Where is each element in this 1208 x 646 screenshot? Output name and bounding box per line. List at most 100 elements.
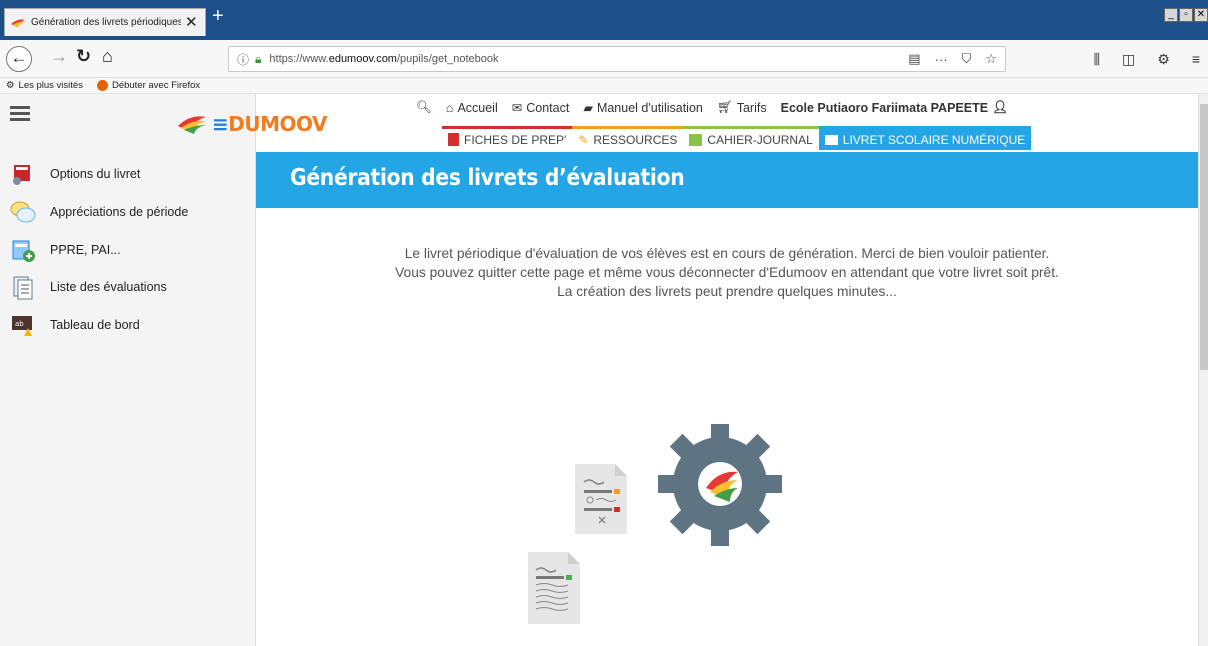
- svg-text:ab: ab: [15, 320, 24, 328]
- bookmarks-toolbar: ⚙ Les plus visités Débuter avec Firefox: [0, 78, 1208, 94]
- sidebar-item-label: PPRE, PAI...: [50, 243, 121, 257]
- reader-view-icon[interactable]: ▤: [908, 51, 920, 67]
- tab-title: Génération des livrets périodiques: [31, 17, 181, 28]
- tab-label: FICHES DE PREP': [464, 132, 567, 147]
- url-domain: edumoov.com: [328, 53, 397, 65]
- nav-accueil[interactable]: ⌂ Accueil: [446, 101, 498, 115]
- document-icon: [448, 133, 459, 146]
- nav-contact[interactable]: ✉ Contact: [511, 100, 570, 116]
- page-title: Génération des livrets d’évaluation: [290, 165, 685, 191]
- edumoov-logo[interactable]: ≡DUMOOV: [178, 112, 327, 136]
- document-icon-lower: [528, 552, 580, 624]
- logo-e: ≡: [212, 112, 229, 136]
- top-nav: 🔍︎ ⌂ Accueil ✉ Contact ▰ Manuel d'utilisati…: [416, 100, 1008, 115]
- tab-strip: Génération des livrets périodiques ✕ + _…: [0, 0, 1208, 40]
- edumoov-favicon-icon: [11, 19, 25, 27]
- document-icon-upper: [575, 464, 627, 534]
- message-line-2: Vous pouvez quitter cette page et même v…: [395, 265, 1059, 280]
- main-nav: FICHES DE PREP' ✎ RESSOURCES CAHIER-JOURN…: [442, 126, 1032, 150]
- pocket-icon[interactable]: ⛉: [962, 51, 972, 67]
- tab-fiches-prep[interactable]: FICHES DE PREP': [442, 126, 573, 150]
- gear-icon: ⚙: [6, 80, 15, 91]
- user-icon: 👤︎: [992, 100, 1008, 114]
- minimize-icon[interactable]: _: [1164, 8, 1178, 22]
- bookmark-star-icon[interactable]: ☆: [985, 51, 997, 67]
- url-bar[interactable]: ⓘ 🔒︎ https://www. edumoov.com/pupils/get_…: [228, 46, 1006, 72]
- logo-text: DUMOOV: [228, 112, 327, 136]
- browser-tab[interactable]: Génération des livrets périodiques ✕: [4, 8, 206, 36]
- url-prefix: https://www.: [269, 53, 329, 65]
- nav-tarifs[interactable]: 🛒︎ Tarifs: [717, 100, 767, 115]
- forward-arrow-icon[interactable]: →: [50, 47, 68, 65]
- scrollbar-thumb[interactable]: [1200, 104, 1208, 370]
- nav-manuel[interactable]: ▰ Manuel d'utilisation: [583, 100, 703, 116]
- envelope-icon: ✉: [511, 101, 523, 115]
- tab-label: RESSOURCES: [593, 132, 678, 147]
- menu-icon[interactable]: ≡: [1192, 51, 1200, 68]
- home-icon: ⌂: [445, 100, 454, 115]
- stack-add-icon: [12, 240, 35, 262]
- nav-label: Manuel d'utilisation: [596, 100, 703, 115]
- tab-close-icon[interactable]: ✕: [185, 15, 198, 30]
- bookmark-label: Débuter avec Firefox: [111, 80, 201, 91]
- briefcase-icon: [824, 134, 838, 145]
- back-arrow-icon[interactable]: ←: [6, 46, 32, 72]
- school-name: Ecole Putiaoro Fariimata PAPEETE: [780, 100, 989, 115]
- tab-label: LIVRET SCOLAIRE NUMÉRIQUE: [842, 132, 1026, 147]
- nav-label: Contact: [526, 100, 570, 115]
- sidebar-item-ppre[interactable]: PPRE, PAI...: [10, 236, 121, 264]
- sidebar-item-evaluations[interactable]: Liste des évaluations: [10, 273, 167, 301]
- pencil-icon: ✎: [578, 132, 589, 147]
- book-options-icon: [13, 165, 30, 185]
- page-content: Options du livret Appréciations de pério…: [0, 94, 1198, 646]
- navigation-bar: ← → ↻ ⌂ ⓘ 🔒︎ https://www. edumoov.com/pup…: [0, 40, 1208, 78]
- list-icon: [13, 276, 33, 300]
- search-icon[interactable]: 🔍︎: [416, 100, 432, 115]
- calendar-icon: [689, 133, 703, 146]
- school-account[interactable]: Ecole Putiaoro Fariimata PAPEETE 👤︎: [781, 100, 1008, 115]
- bookmark-getting-started[interactable]: Débuter avec Firefox: [96, 80, 201, 91]
- page-title-banner: Génération des livrets d’évaluation: [256, 152, 1198, 208]
- bookmark-label: Les plus visités: [18, 80, 83, 91]
- new-tab-icon[interactable]: +: [212, 6, 224, 26]
- tab-cahier-journal[interactable]: CAHIER-JOURNAL: [683, 126, 819, 150]
- window-controls: _ ▫ ✕: [1164, 8, 1208, 22]
- tab-ressources[interactable]: ✎ RESSOURCES: [572, 126, 684, 150]
- restore-icon[interactable]: ▫: [1179, 8, 1193, 22]
- sidebar-item-options[interactable]: Options du livret: [10, 160, 140, 188]
- sidebar-item-label: Liste des évaluations: [50, 280, 167, 294]
- cart-icon: 🛒︎: [716, 100, 733, 114]
- browser-window: Génération des livrets périodiques ✕ + _…: [0, 0, 1208, 646]
- library-icon[interactable]: ⫼: [1094, 51, 1100, 68]
- generation-illustration: [528, 424, 782, 624]
- tab-livret-scolaire[interactable]: LIVRET SCOLAIRE NUMÉRIQUE: [818, 126, 1032, 150]
- sidebar-item-label: Options du livret: [50, 167, 141, 181]
- home-icon[interactable]: ⌂: [102, 47, 113, 65]
- info-icon[interactable]: ⓘ: [237, 51, 249, 68]
- dashboard-board-icon: ab: [12, 316, 32, 336]
- nav-label: Tarifs: [736, 100, 767, 115]
- extension-icon[interactable]: ⚙: [1157, 51, 1170, 68]
- speech-bubbles-icon: [10, 201, 36, 223]
- gear-icon: [658, 424, 782, 546]
- reload-icon[interactable]: ↻: [76, 47, 91, 65]
- page-actions-icon[interactable]: ···: [935, 52, 948, 67]
- page-scrollbar[interactable]: [1198, 94, 1208, 646]
- bookmark-most-visited[interactable]: ⚙ Les plus visités: [6, 80, 83, 91]
- sidebar: Options du livret Appréciations de pério…: [0, 94, 256, 646]
- url-path: /pupils/get_notebook: [396, 53, 499, 65]
- message-line-1: Le livret périodique d'évaluation de vos…: [404, 246, 1050, 261]
- tab-label: CAHIER-JOURNAL: [707, 132, 813, 147]
- sidebar-item-appreciations[interactable]: Appréciations de période: [10, 198, 188, 226]
- window-close-icon[interactable]: ✕: [1194, 8, 1208, 22]
- sidebar-item-label: Tableau de bord: [50, 318, 140, 332]
- nav-label: Accueil: [457, 100, 498, 115]
- lock-icon: 🔒︎: [255, 51, 262, 66]
- sidebar-toggle-icon[interactable]: ◫: [1122, 51, 1135, 68]
- book-icon: ▰: [583, 101, 593, 115]
- firefox-icon: [96, 80, 108, 91]
- hamburger-menu-icon[interactable]: [10, 106, 30, 122]
- logo-swoosh-icon: [178, 116, 206, 134]
- generation-message: Le livret périodique d'évaluation de vos…: [256, 244, 1198, 301]
- sidebar-item-dashboard[interactable]: ab Tableau de bord: [10, 311, 140, 339]
